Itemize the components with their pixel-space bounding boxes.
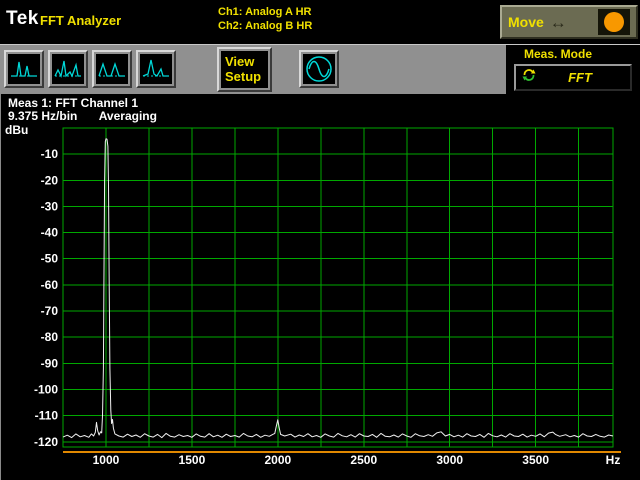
view-setup-button[interactable]: View Setup [217,47,272,92]
svg-text:Hz: Hz [606,453,621,467]
left-right-arrow-icon: ↔ [550,14,567,31]
spectrum-view-button-1[interactable] [4,50,44,88]
svg-text:-30: -30 [41,199,59,213]
header-bar: Tek FFT Analyzer Ch1: Analog A HR Ch2: A… [0,0,640,44]
spectrum-view-button-4[interactable] [136,50,176,88]
channel1-label: Ch1: Analog A HR [218,5,312,19]
meas-mode-value: FFT [536,70,624,85]
app-title: FFT Analyzer [40,13,121,28]
svg-text:-100: -100 [34,382,58,396]
svg-text:2000: 2000 [264,453,291,467]
svg-text:1500: 1500 [179,453,206,467]
svg-text:-10: -10 [41,147,59,161]
move-button[interactable]: Move ↔ [500,5,638,39]
display-area: Meas 1: FFT Channel 1 9.375 Hz/bin Avera… [0,94,640,480]
spectrum-view-4-icon [140,54,172,84]
generator-button[interactable] [299,50,339,88]
svg-text:-50: -50 [41,252,59,266]
view-setup-label: View Setup [221,51,268,88]
svg-text:3000: 3000 [436,453,463,467]
svg-text:-70: -70 [41,304,59,318]
move-label: Move [508,14,544,30]
cycle-icon [522,68,536,87]
meas-mode-button[interactable]: FFT [514,64,632,91]
channel-info: Ch1: Analog A HR Ch2: Analog B HR [218,5,312,33]
svg-text:dBu: dBu [5,123,28,137]
svg-text:2500: 2500 [350,453,377,467]
svg-text:3500: 3500 [522,453,549,467]
sine-wave-icon [303,54,335,84]
channel2-label: Ch2: Analog B HR [218,19,312,33]
spectrum-plot: -10 -20 -30 -40 -50 -60 -70 -80 -90 -100 -110 -120 1… [1,122,640,480]
svg-text:-120: -120 [34,435,58,449]
meas-mode-label: Meas. Mode [524,47,592,61]
resolution-readout: 9.375 Hz/bin [8,109,77,123]
svg-text:-20: -20 [41,173,59,187]
tek-logo: Tek [6,8,39,30]
fft-analyzer-screen: Tek FFT Analyzer Ch1: Analog A HR Ch2: A… [0,0,640,480]
svg-text:-40: -40 [41,226,59,240]
knob-well [598,9,630,35]
meas-mode-panel: Meas. Mode FFT [506,45,640,95]
knob-icon[interactable] [604,12,624,32]
svg-text:-60: -60 [41,278,59,292]
spectrum-view-1-icon [8,54,40,84]
measurement-title: Meas 1: FFT Channel 1 [8,96,138,110]
svg-text:-90: -90 [41,356,59,370]
spectrum-view-button-3[interactable] [92,50,132,88]
acquisition-mode-readout: Averaging [99,109,157,123]
svg-text:-110: -110 [35,409,59,423]
spectrum-view-3-icon [96,54,128,84]
svg-text:1000: 1000 [93,453,120,467]
spectrum-view-button-2[interactable] [48,50,88,88]
measurement-subtitle: 9.375 Hz/bin Averaging [8,109,157,123]
toolbar: View Setup Meas. Mode [0,44,640,94]
spectrum-view-2-icon [52,54,84,84]
svg-text:-80: -80 [41,330,59,344]
